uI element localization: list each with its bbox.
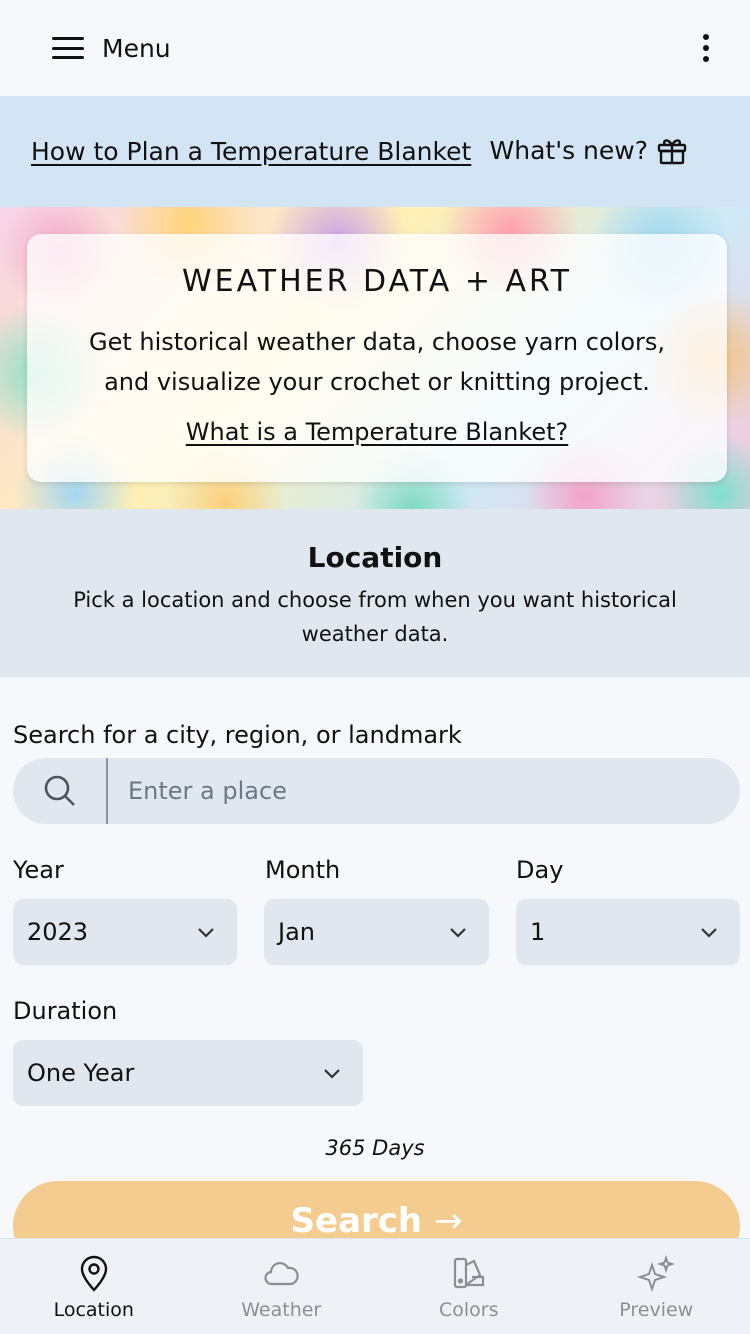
year-label: Year bbox=[13, 856, 64, 884]
month-select[interactable]: Jan bbox=[264, 899, 489, 965]
day-select[interactable]: 1 bbox=[516, 899, 740, 965]
hero-card: WEATHER DATA + ART Get historical weathe… bbox=[27, 234, 727, 482]
chevron-down-icon bbox=[701, 928, 717, 938]
nav-label-preview: Preview bbox=[619, 1299, 694, 1321]
location-section-header: Location Pick a location and choose from… bbox=[0, 509, 750, 677]
day-value: 1 bbox=[530, 918, 546, 946]
what-is-blanket-link[interactable]: What is a Temperature Blanket? bbox=[27, 418, 727, 446]
search-icon-container[interactable] bbox=[13, 758, 108, 824]
menu-label[interactable]: Menu bbox=[102, 34, 171, 63]
days-count: 365 Days bbox=[325, 1136, 425, 1160]
sparkles-icon bbox=[637, 1255, 676, 1293]
duration-value: One Year bbox=[27, 1059, 135, 1087]
chevron-down-icon bbox=[450, 928, 466, 938]
hamburger-menu-icon[interactable] bbox=[52, 37, 84, 59]
search-input[interactable] bbox=[108, 758, 740, 824]
location-subtitle: Pick a location and choose from when you… bbox=[73, 588, 677, 646]
month-label: Month bbox=[265, 856, 341, 884]
nav-item-colors[interactable]: Colors bbox=[375, 1239, 563, 1334]
whats-new-button[interactable]: What's new? bbox=[490, 134, 688, 166]
year-value: 2023 bbox=[27, 918, 89, 946]
arrow-right-icon: → bbox=[433, 1201, 463, 1241]
plan-blanket-link[interactable]: How to Plan a Temperature Blanket bbox=[31, 137, 471, 166]
whats-new-label: What's new? bbox=[489, 135, 648, 165]
nav-item-location[interactable]: Location bbox=[0, 1239, 188, 1334]
search-icon bbox=[44, 775, 75, 806]
chevron-down-icon bbox=[198, 928, 214, 938]
search-button-label: Search bbox=[290, 1201, 423, 1241]
palette-icon bbox=[453, 1257, 484, 1289]
day-label: Day bbox=[516, 856, 564, 884]
gift-icon bbox=[657, 139, 687, 165]
hero-banner: WEATHER DATA + ART Get historical weathe… bbox=[0, 207, 750, 509]
nav-label-location: Location bbox=[53, 1299, 134, 1321]
hero-description: Get historical weather data, choose yarn… bbox=[88, 328, 665, 396]
info-strip: How to Plan a Temperature Blanket What's… bbox=[0, 96, 750, 207]
chevron-down-icon bbox=[324, 1069, 340, 1079]
duration-select[interactable]: One Year bbox=[13, 1040, 363, 1106]
nav-item-weather[interactable]: Weather bbox=[188, 1239, 376, 1334]
nav-item-preview[interactable]: Preview bbox=[563, 1239, 750, 1334]
top-bar: Menu bbox=[0, 0, 750, 96]
bottom-nav: Location Weather Colors Preview bbox=[0, 1238, 750, 1334]
month-value: Jan bbox=[278, 918, 315, 946]
map-pin-icon bbox=[80, 1255, 107, 1292]
hero-title: WEATHER DATA + ART bbox=[181, 264, 573, 299]
duration-label: Duration bbox=[13, 997, 118, 1025]
more-options-icon[interactable] bbox=[702, 34, 710, 62]
year-select[interactable]: 2023 bbox=[13, 899, 237, 965]
search-box bbox=[13, 758, 740, 824]
cloud-icon bbox=[264, 1262, 299, 1286]
search-label: Search for a city, region, or landmark bbox=[13, 721, 462, 749]
nav-label-colors: Colors bbox=[438, 1299, 499, 1321]
location-title: Location bbox=[307, 541, 443, 574]
nav-label-weather: Weather bbox=[241, 1299, 322, 1321]
